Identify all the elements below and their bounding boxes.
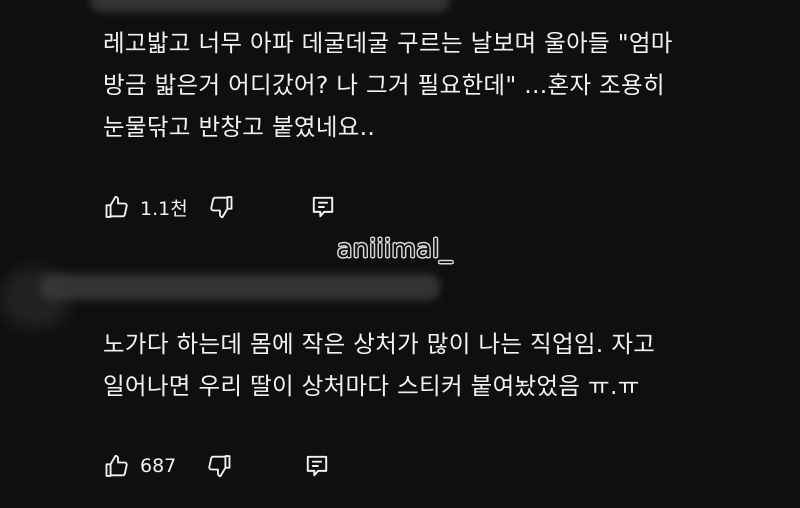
comment-line: 레고밟고 너무 아파 데굴데굴 구르는 날보며 울아들 "엄마 (103, 29, 673, 57)
thumbs-down-icon[interactable] (202, 451, 236, 481)
like-count: 687 (140, 455, 177, 477)
comment-line: 일어나면 우리 딸이 상처마다 스티커 붙여놨었음 ㅠ.ㅠ (103, 372, 640, 400)
thumbs-up-icon[interactable] (100, 451, 134, 481)
comment-line: 눈물닦고 반창고 붙였네요.. (103, 113, 376, 141)
redacted-username (90, 0, 450, 12)
reply-comment-icon[interactable] (306, 192, 340, 222)
comment-action-bar: 1.1천 (100, 192, 340, 222)
thumbs-up-icon[interactable] (100, 192, 134, 222)
watermark: aniiimal_ (337, 234, 453, 263)
reply-comment-icon[interactable] (300, 451, 334, 481)
comment-text: 레고밟고 너무 아파 데굴데굴 구르는 날보며 울아들 "엄마 방금 밟은거 어… (103, 22, 763, 148)
comment-line: 노가다 하는데 몸에 작은 상처가 많이 나는 직업임. 자고 (103, 330, 656, 358)
comment-line: 방금 밟은거 어디갔어? 나 그거 필요한데" ...혼자 조용히 (103, 71, 665, 99)
like-count: 1.1천 (140, 197, 188, 220)
comment: 레고밟고 너무 아파 데굴데굴 구르는 날보며 울아들 "엄마 방금 밟은거 어… (0, 0, 800, 250)
thumbs-down-icon[interactable] (204, 192, 238, 222)
redacted-username (40, 274, 440, 300)
comment: 노가다 하는데 몸에 작은 상처가 많이 나는 직업임. 자고 일어나면 우리 … (0, 268, 800, 508)
comment-action-bar: 687 (100, 451, 334, 481)
comment-text: 노가다 하는데 몸에 작은 상처가 많이 나는 직업임. 자고 일어나면 우리 … (103, 323, 763, 407)
